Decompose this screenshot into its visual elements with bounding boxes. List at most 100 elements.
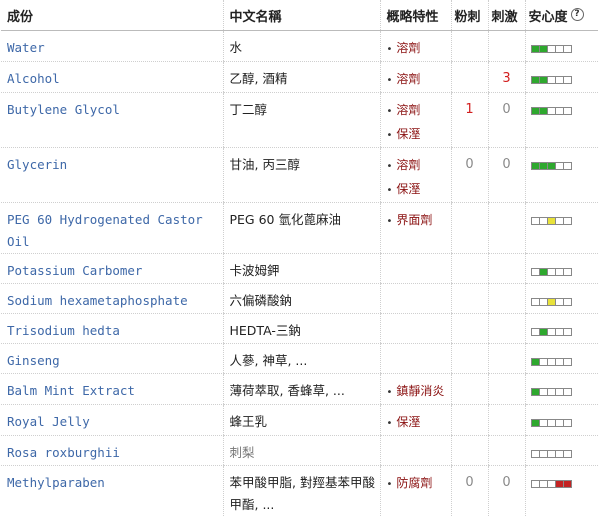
acne-rating-cell bbox=[451, 31, 488, 62]
safety-meter-segment bbox=[540, 299, 548, 305]
function-tag[interactable]: 溶劑 bbox=[387, 154, 451, 178]
safety-meter-segment bbox=[532, 359, 540, 365]
ingredient-name-cell: Ginseng bbox=[1, 344, 223, 374]
irritation-rating-cell bbox=[488, 284, 525, 314]
safety-meter bbox=[531, 268, 572, 276]
function-tag[interactable]: 保溼 bbox=[387, 123, 451, 147]
safety-meter-segment bbox=[548, 218, 556, 224]
ingredient-link[interactable]: Sodium hexametaphosphate bbox=[7, 293, 188, 308]
header-safety-label: 安心度 bbox=[529, 10, 568, 25]
irritation-rating-cell bbox=[488, 31, 525, 62]
safety-meter bbox=[531, 358, 572, 366]
function-tag[interactable]: 界面劑 bbox=[387, 209, 451, 233]
safety-meter-segment bbox=[564, 359, 571, 365]
function-tag[interactable]: 保溼 bbox=[387, 178, 451, 202]
safety-meter-segment bbox=[532, 218, 540, 224]
safety-meter-segment bbox=[564, 46, 571, 52]
function-tag[interactable]: 防腐劑 bbox=[387, 472, 451, 496]
table-row: Butylene Glycol丁二醇溶劑保溼10 bbox=[1, 93, 598, 148]
chinese-name-cell: 六偏磷酸鈉 bbox=[223, 284, 380, 314]
safety-meter-segment bbox=[564, 77, 571, 83]
safety-meter-segment bbox=[564, 389, 571, 395]
ingredient-name-cell: Royal Jelly bbox=[1, 405, 223, 436]
safety-meter-segment bbox=[532, 163, 540, 169]
safety-meter-segment bbox=[532, 77, 540, 83]
ingredient-name-cell: Water bbox=[1, 31, 223, 62]
safety-cell bbox=[525, 405, 598, 436]
safety-meter bbox=[531, 480, 572, 488]
safety-meter-segment bbox=[556, 359, 564, 365]
chinese-name-cell: 苯甲酸甲脂, 對羥基苯甲酸甲酯, ... bbox=[223, 466, 380, 516]
safety-meter-segment bbox=[556, 299, 564, 305]
irritation-rating-cell: 0 bbox=[488, 93, 525, 148]
ingredient-link[interactable]: Glycerin bbox=[7, 157, 67, 172]
safety-meter-segment bbox=[548, 46, 556, 52]
safety-meter-segment bbox=[532, 481, 540, 487]
safety-meter bbox=[531, 388, 572, 396]
ingredient-name-cell: Methylparaben bbox=[1, 466, 223, 516]
acne-rating-cell: 0 bbox=[451, 466, 488, 516]
function-tag[interactable]: 保溼 bbox=[387, 411, 451, 435]
ingredient-name-cell: Potassium Carbomer bbox=[1, 254, 223, 284]
ingredient-link[interactable]: Trisodium hedta bbox=[7, 323, 120, 338]
acne-rating-cell bbox=[451, 203, 488, 254]
chinese-name-cell: 蜂王乳 bbox=[223, 405, 380, 436]
function-cell: 溶劑 bbox=[380, 62, 451, 93]
table-body: Water水溶劑Alcohol乙醇, 酒精溶劑3Butylene Glycol丁… bbox=[1, 31, 598, 516]
safety-meter-segment bbox=[532, 329, 540, 335]
function-cell bbox=[380, 436, 451, 466]
safety-cell bbox=[525, 374, 598, 405]
ingredient-name-cell: Butylene Glycol bbox=[1, 93, 223, 148]
safety-meter-segment bbox=[532, 389, 540, 395]
chinese-name-cell: 甘油, 丙三醇 bbox=[223, 148, 380, 203]
safety-cell bbox=[525, 148, 598, 203]
acne-rating-cell bbox=[451, 284, 488, 314]
function-tag[interactable]: 溶劑 bbox=[387, 99, 451, 123]
ingredient-link[interactable]: Water bbox=[7, 40, 45, 55]
safety-meter bbox=[531, 76, 572, 84]
safety-meter-segment bbox=[532, 451, 540, 457]
safety-meter-segment bbox=[540, 46, 548, 52]
safety-meter-segment bbox=[564, 481, 571, 487]
ingredient-link[interactable]: Balm Mint Extract bbox=[7, 383, 135, 398]
safety-meter-segment bbox=[548, 299, 556, 305]
safety-meter-segment bbox=[548, 163, 556, 169]
ingredient-link[interactable]: Ginseng bbox=[7, 353, 60, 368]
acne-rating-cell bbox=[451, 344, 488, 374]
safety-cell bbox=[525, 254, 598, 284]
safety-cell bbox=[525, 344, 598, 374]
acne-rating-cell bbox=[451, 254, 488, 284]
safety-meter-segment bbox=[548, 269, 556, 275]
ingredient-link[interactable]: Alcohol bbox=[7, 71, 60, 86]
acne-rating-cell bbox=[451, 314, 488, 344]
ingredient-link[interactable]: Methylparaben bbox=[7, 475, 105, 490]
safety-meter-segment bbox=[556, 108, 564, 114]
acne-rating-cell: 0 bbox=[451, 148, 488, 203]
safety-meter-segment bbox=[548, 420, 556, 426]
safety-meter-segment bbox=[556, 451, 564, 457]
irritation-rating-cell bbox=[488, 344, 525, 374]
function-tag[interactable]: 鎮靜消炎 bbox=[387, 380, 451, 404]
function-cell: 鎮靜消炎 bbox=[380, 374, 451, 405]
safety-meter-segment bbox=[532, 108, 540, 114]
ingredient-link[interactable]: Royal Jelly bbox=[7, 414, 90, 429]
function-tag[interactable]: 溶劑 bbox=[387, 37, 451, 61]
help-icon[interactable]: ? bbox=[571, 8, 584, 21]
table-row: Alcohol乙醇, 酒精溶劑3 bbox=[1, 62, 598, 93]
ingredient-link[interactable]: PEG 60 Hydrogenated Castor Oil bbox=[7, 212, 203, 249]
function-tag[interactable]: 溶劑 bbox=[387, 68, 451, 92]
header-acne: 粉刺 bbox=[451, 0, 488, 31]
safety-cell bbox=[525, 466, 598, 516]
ingredient-link[interactable]: Potassium Carbomer bbox=[7, 263, 142, 278]
ingredient-name-cell: Trisodium hedta bbox=[1, 314, 223, 344]
ingredient-link[interactable]: Rosa roxburghii bbox=[7, 445, 120, 460]
table-header-row: 成份 中文名稱 概略特性 粉刺 刺激 安心度? bbox=[1, 0, 598, 31]
safety-meter-segment bbox=[540, 77, 548, 83]
header-chinese-name: 中文名稱 bbox=[223, 0, 380, 31]
chinese-name-cell: PEG 60 氫化蓖麻油 bbox=[223, 203, 380, 254]
chinese-name-cell: 薄荷萃取, 香蜂草, ... bbox=[223, 374, 380, 405]
ingredient-link[interactable]: Butylene Glycol bbox=[7, 102, 120, 117]
safety-meter-segment bbox=[548, 329, 556, 335]
safety-meter-segment bbox=[564, 163, 571, 169]
ingredient-name-cell: Alcohol bbox=[1, 62, 223, 93]
